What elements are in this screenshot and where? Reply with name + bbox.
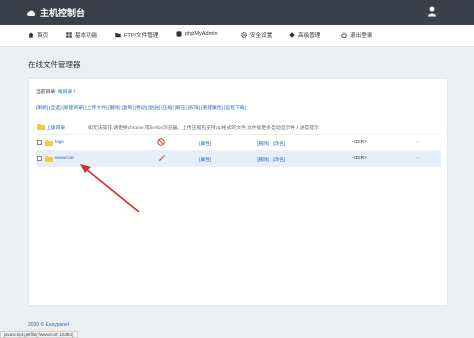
nav-label: 退出登录 [350, 33, 373, 39]
compress-button[interactable]: [压缩] [161, 104, 173, 111]
power-icon [341, 32, 347, 38]
permissions-button[interactable]: [权限] [188, 104, 200, 111]
footer: 2020 © Easypanel [28, 322, 69, 328]
nav-advanced[interactable]: 高级管理 [289, 31, 320, 39]
copy-button[interactable]: [复制] [122, 104, 134, 111]
file-name-link[interactable]: wwwroot [55, 156, 74, 161]
brand-link[interactable]: Easypanel [46, 322, 69, 328]
browser-tip: 如无法操作,请更换chrome,或firefox浏览器。上传压缩包支持zip格式… [88, 126, 320, 131]
nav-security[interactable]: 安全设置 [241, 31, 272, 39]
diamond-icon [289, 32, 295, 38]
refresh-button[interactable]: [刷新] [36, 104, 48, 111]
file-toolbar: [刷新] [全选] [新建目录] [上传文件] [删除] [复制] [移动] [… [36, 104, 246, 111]
select-all-button[interactable]: [全选] [49, 104, 61, 111]
delete-link[interactable]: [删除] [257, 156, 269, 163]
cloud-icon [27, 10, 36, 16]
properties-link[interactable]: [属性] [199, 156, 211, 163]
folder-icon [45, 140, 53, 146]
rename-link[interactable]: [改名] [273, 140, 285, 147]
table-row: wwwroot [属性] [删除] [改名] <DIR> - [36, 151, 441, 167]
main-nav: 首页 基本功能 FTP/文件管理 phpMyAdmin 安全设置 高级管理 退出… [0, 25, 474, 47]
upload-button[interactable]: [上传文件] [85, 104, 107, 111]
remote-download-button[interactable]: [远程下载] [224, 104, 246, 111]
nav-label: 首页 [37, 33, 49, 39]
nav-logout[interactable]: 退出登录 [341, 31, 372, 39]
parent-dir-row: 上级目录 如无法操作,请更换chrome,或firefox浏览器。上传压缩包支持… [36, 119, 441, 135]
row-checkbox[interactable] [37, 156, 42, 161]
paste-button[interactable]: [粘贴] [148, 104, 160, 111]
app-title: 主机控制台 [40, 8, 86, 18]
folder-up-icon [37, 124, 45, 130]
edit-pen-icon [159, 155, 165, 161]
top-bar: 主机控制台 [0, 0, 474, 25]
parent-dir-link[interactable]: 上级目录 [46, 124, 65, 131]
properties-link[interactable]: [属性] [199, 140, 211, 147]
new-folder-button[interactable]: [新建目录] [63, 104, 85, 111]
current-dir-label: 当前目录: [36, 90, 57, 95]
extract-button[interactable]: [解压] [175, 104, 187, 111]
move-button[interactable]: [移动] [135, 104, 147, 111]
file-type: <DIR> [353, 140, 367, 145]
gear-icon [241, 32, 247, 38]
browser-status-bar: javascript:getfile('/wwwroot',16384) [0, 331, 78, 338]
brand[interactable]: 主机控制台 [26, 6, 85, 19]
nav-label: FTP/文件管理 [124, 33, 159, 39]
file-table: 上级目录 如无法操作,请更换chrome,或firefox浏览器。上传压缩包支持… [36, 119, 441, 167]
root-dir-link[interactable]: 根目录 [58, 90, 72, 95]
folder-icon [115, 33, 121, 38]
delete-link[interactable]: [删除] [257, 140, 269, 147]
file-manager-panel: 当前目录: 根目录 / [刷新] [全选] [新建目录] [上传文件] [删除]… [28, 78, 448, 306]
nav-basic[interactable]: 基本功能 [66, 31, 97, 39]
file-type: <DIR> [353, 156, 367, 161]
file-size: - [417, 140, 419, 145]
nav-phpmyadmin[interactable]: phpMyAdmin [176, 31, 218, 37]
nav-label: phpMyAdmin [185, 31, 218, 37]
current-directory: 当前目录: 根目录 / [36, 88, 75, 95]
file-size: - [417, 156, 419, 161]
rebuild-attributes-button[interactable]: [重建属性] [201, 104, 223, 111]
nav-ftp[interactable]: FTP/文件管理 [115, 31, 159, 39]
forbidden-icon [157, 138, 165, 146]
file-name-link[interactable]: logs [55, 140, 64, 145]
path-separator: / [73, 90, 75, 95]
nav-home[interactable]: 首页 [28, 31, 48, 39]
delete-button[interactable]: [删除] [108, 104, 120, 111]
grid-icon [66, 32, 72, 38]
user-icon[interactable] [427, 6, 437, 17]
rename-link[interactable]: [改名] [273, 156, 285, 163]
home-icon [28, 32, 34, 38]
nav-label: 高级管理 [298, 33, 321, 39]
nav-label: 基本功能 [75, 33, 98, 39]
table-row: logs [属性] [删除] [改名] <DIR> - [36, 135, 441, 151]
page-title: 在线文件管理器 [28, 60, 81, 69]
row-checkbox[interactable] [37, 140, 42, 145]
folder-icon [45, 156, 53, 162]
database-icon [176, 31, 182, 37]
nav-label: 安全设置 [250, 33, 273, 39]
copyright-text: 2020 © [28, 322, 45, 328]
